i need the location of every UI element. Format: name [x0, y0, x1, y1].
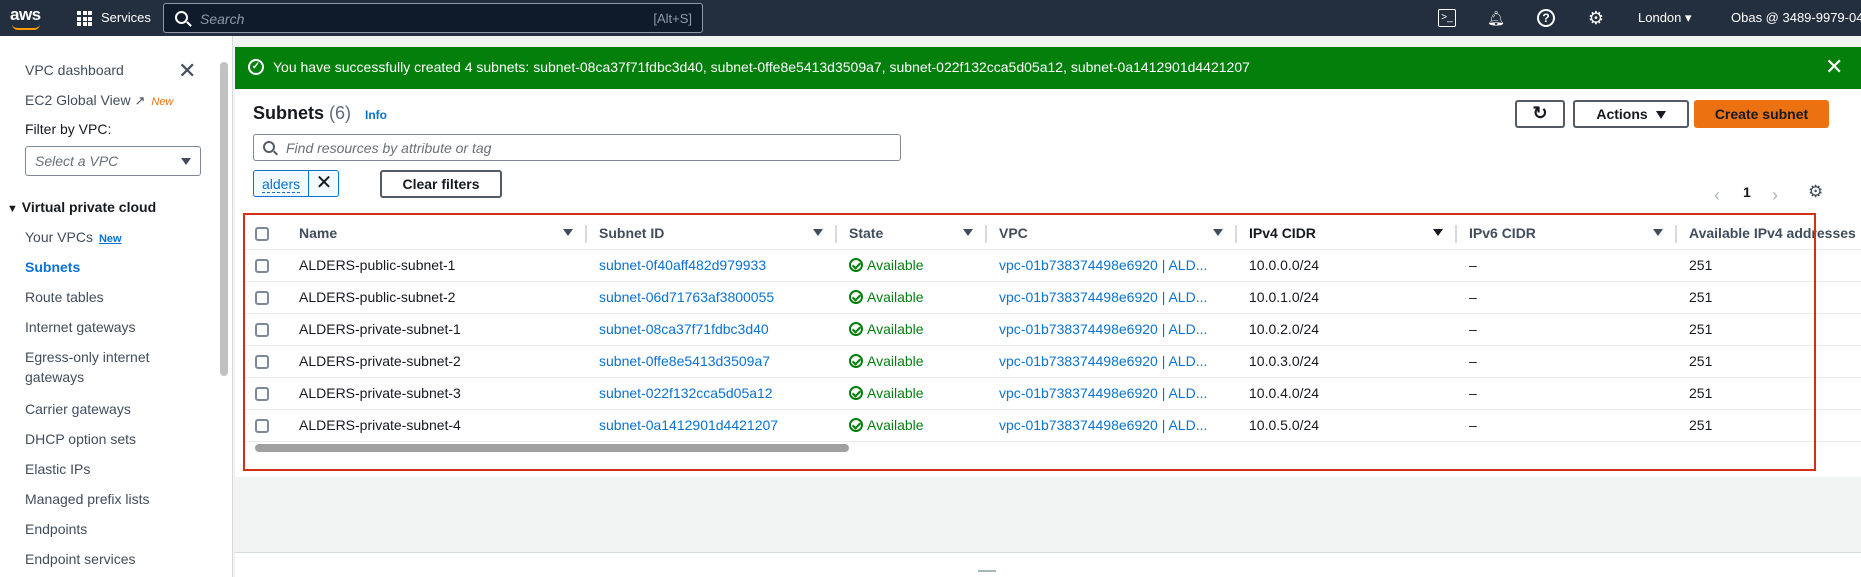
- services-grid-icon[interactable]: [77, 11, 92, 26]
- next-page-icon[interactable]: ›: [1772, 185, 1778, 206]
- close-icon[interactable]: ✕: [1825, 56, 1843, 78]
- aws-logo[interactable]: aws: [10, 5, 41, 25]
- sidebar-item-label: Egress-only internet: [25, 349, 150, 365]
- sidebar-item-endpoint-services[interactable]: Endpoint services: [25, 551, 136, 567]
- actions-label: Actions: [1596, 106, 1648, 122]
- sidebar-item-your-vpcs[interactable]: Your VPCs New: [25, 229, 122, 245]
- global-search-input[interactable]: Search [Alt+S]: [163, 3, 703, 33]
- item-count: (6): [329, 103, 352, 123]
- settings-gear-icon[interactable]: ⚙: [1587, 9, 1605, 27]
- region-selector[interactable]: London ▾: [1638, 10, 1692, 26]
- sidebar-item-endpoints[interactable]: Endpoints: [25, 521, 87, 537]
- page-number[interactable]: 1: [1743, 184, 1751, 200]
- sidebar-item-managed-prefix-lists[interactable]: Managed prefix lists: [25, 491, 150, 507]
- success-flashbar: ✓ You have successfully created 4 subnet…: [235, 47, 1861, 89]
- sidebar-item-label: VPC dashboard: [25, 62, 124, 78]
- flash-message: You have successfully created 4 subnets:…: [273, 59, 1250, 75]
- filter-token-label: alders: [262, 176, 301, 193]
- sidebar-item-route-tables[interactable]: Route tables: [25, 289, 104, 305]
- aws-logo-smile: [12, 24, 40, 30]
- remove-token-icon[interactable]: ✕: [308, 171, 339, 196]
- filter-input[interactable]: Find resources by attribute or tag: [253, 134, 901, 161]
- sidebar-section-virtual-private-cloud[interactable]: ▼ Virtual private cloud: [7, 199, 156, 215]
- external-link-icon: ↗: [134, 93, 146, 108]
- clear-filters-button[interactable]: Clear filters: [380, 170, 502, 198]
- sidebar-item-label: EC2 Global View: [25, 92, 131, 108]
- notifications-bell-icon[interactable]: 🔔︎: [1487, 9, 1505, 27]
- page-title: Subnets (6): [253, 103, 351, 124]
- actions-button[interactable]: Actions: [1573, 100, 1689, 128]
- chevron-down-icon: [181, 158, 191, 165]
- previous-page-icon[interactable]: ‹: [1714, 185, 1720, 206]
- search-shortcut: [Alt+S]: [653, 11, 692, 26]
- search-icon: [263, 141, 275, 153]
- preferences-gear-icon[interactable]: ⚙: [1808, 182, 1823, 202]
- sidebar-item-internet-gateways[interactable]: Internet gateways: [25, 319, 136, 335]
- caret-down-icon: ▼: [7, 203, 18, 215]
- sidebar-item-label: gateways: [25, 369, 85, 385]
- new-badge: New: [98, 233, 122, 245]
- filter-placeholder: Find resources by attribute or tag: [286, 140, 492, 156]
- sidebar-item-dhcp-option-sets[interactable]: DHCP option sets: [25, 431, 136, 447]
- search-icon: [175, 11, 188, 24]
- split-panel-bar: [235, 552, 1861, 577]
- services-menu[interactable]: Services: [101, 10, 151, 25]
- create-subnet-button[interactable]: Create subnet: [1694, 100, 1829, 128]
- section-title: Virtual private cloud: [21, 199, 157, 215]
- filter-by-vpc-label: Filter by VPC:: [25, 121, 112, 137]
- vpc-select-placeholder: Select a VPC: [35, 153, 119, 169]
- info-link[interactable]: Info: [365, 108, 387, 122]
- close-icon[interactable]: ✕: [178, 60, 196, 82]
- sidebar-item-label: Your VPCs: [25, 229, 93, 245]
- sidebar-item-elastic-ips[interactable]: Elastic IPs: [25, 461, 90, 477]
- highlight-outline: [243, 213, 1816, 471]
- refresh-button[interactable]: ↻: [1515, 100, 1565, 128]
- sidebar-item-egress-only-internet-gateways[interactable]: Egress-only internet gateways: [25, 349, 150, 389]
- sidebar-item-ec2-global-view[interactable]: EC2 Global View ↗ New: [25, 92, 173, 109]
- resize-handle-icon[interactable]: [978, 570, 996, 572]
- cloudshell-icon[interactable]: >_: [1438, 9, 1456, 27]
- new-badge: New: [151, 96, 174, 108]
- success-check-icon: ✓: [248, 59, 264, 75]
- vpc-filter-select[interactable]: Select a VPC: [25, 146, 201, 176]
- sidebar-item-carrier-gateways[interactable]: Carrier gateways: [25, 401, 131, 417]
- sidebar-scrollbar[interactable]: [220, 62, 228, 376]
- account-menu[interactable]: Obas @ 3489-9979-04: [1731, 10, 1861, 25]
- help-icon[interactable]: ?: [1537, 9, 1555, 27]
- filter-token[interactable]: alders ✕: [253, 170, 339, 197]
- refresh-icon: ↻: [1532, 103, 1548, 123]
- caret-down-icon: [1655, 111, 1666, 120]
- sidebar-item-vpc-dashboard[interactable]: VPC dashboard: [25, 62, 124, 78]
- sidebar-item-subnets[interactable]: Subnets: [25, 259, 80, 275]
- title-text: Subnets: [253, 103, 325, 123]
- search-placeholder: Search: [200, 11, 245, 27]
- top-navigation-bar: aws Services Search [Alt+S] >_ 🔔︎ ? ⚙ Lo…: [0, 0, 1861, 36]
